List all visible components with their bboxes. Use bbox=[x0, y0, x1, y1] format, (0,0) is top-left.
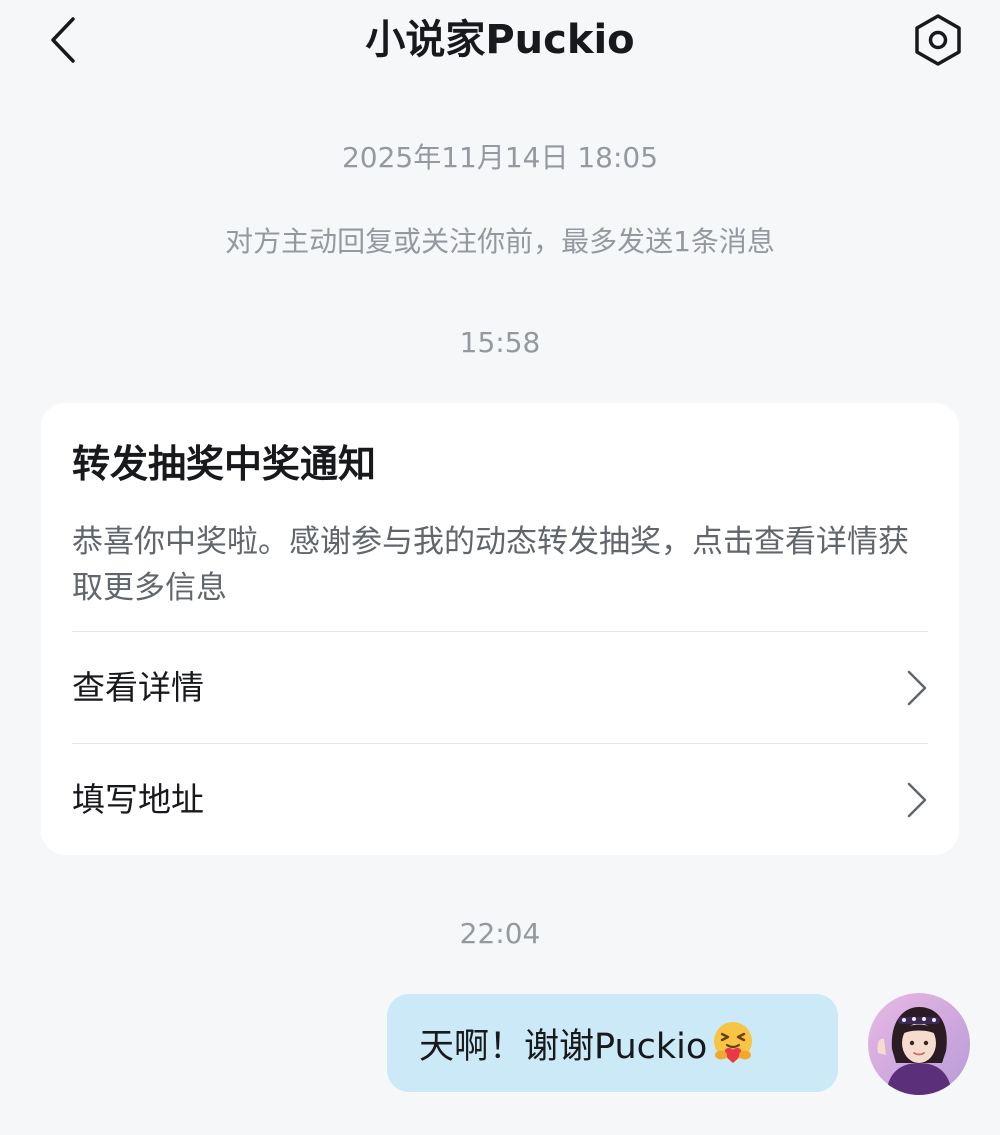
chevron-right-icon bbox=[902, 780, 928, 820]
lottery-notification-card[interactable]: 转发抽奖中奖通知 恭喜你中奖啦。感谢参与我的动态转发抽奖，点击查看详情获取更多信… bbox=[41, 403, 959, 855]
card-description: 恭喜你中奖啦。感谢参与我的动态转发抽奖，点击查看详情获取更多信息 bbox=[72, 524, 909, 606]
message-limit-notice: 对方主动回复或关注你前，最多发送1条消息 bbox=[225, 225, 775, 258]
view-details-label: 查看详情 bbox=[72, 667, 204, 707]
fill-address-label: 填写地址 bbox=[72, 779, 204, 819]
avatar-image bbox=[868, 993, 970, 1095]
chat-header: 小说家Puckio bbox=[0, 0, 1000, 84]
timestamp: 15:58 bbox=[459, 326, 541, 359]
settings-button[interactable] bbox=[910, 12, 966, 68]
hugging-face-emoji-icon bbox=[714, 1022, 753, 1063]
fill-address-row[interactable]: 填写地址 bbox=[72, 743, 928, 855]
chevron-right-icon bbox=[902, 668, 928, 708]
avatar[interactable] bbox=[868, 993, 970, 1095]
message-text: 天啊！谢谢Puckio bbox=[419, 1026, 708, 1067]
card-title: 转发抽奖中奖通知 bbox=[72, 442, 377, 486]
view-details-row[interactable]: 查看详情 bbox=[72, 631, 928, 743]
sent-message-bubble[interactable]: 天啊！谢谢Puckio bbox=[387, 994, 838, 1092]
page-title: 小说家Puckio bbox=[365, 17, 635, 63]
settings-hexagon-icon bbox=[915, 14, 961, 66]
timestamp: 22:04 bbox=[459, 917, 541, 950]
timestamp: 2025年11月14日 18:05 bbox=[341, 141, 659, 174]
